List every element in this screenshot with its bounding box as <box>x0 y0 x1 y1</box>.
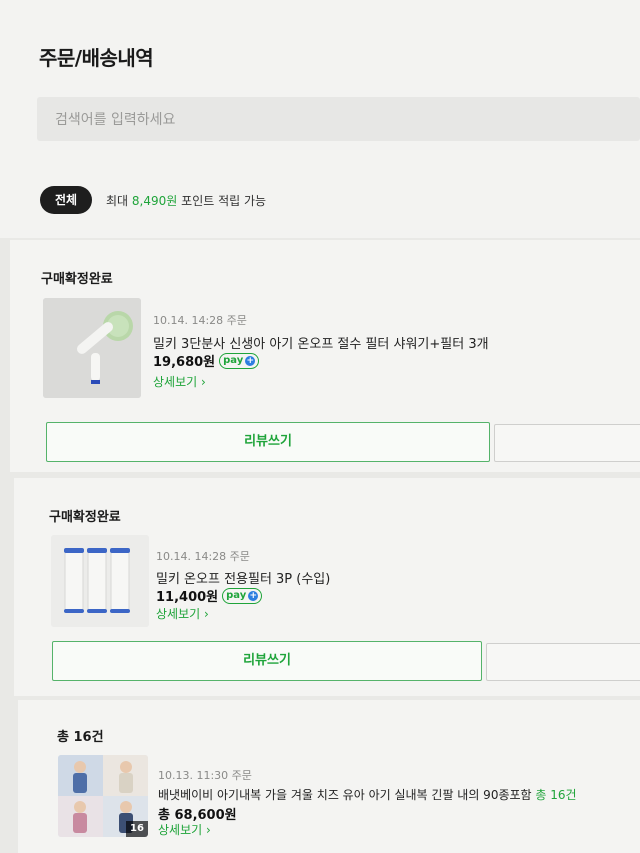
order-status: 구매확정완료 <box>41 272 113 287</box>
shower-head-image <box>43 298 141 398</box>
order-status: 구매확정완료 <box>49 510 121 525</box>
product-name[interactable]: 밀키 3단분사 신생아 아기 온오프 절수 필터 샤워기+필터 3개 <box>153 333 489 352</box>
detail-label: 상세보기 <box>158 823 203 837</box>
bundle-product-name[interactable]: 배냇베이비 아기내복 가을 겨울 치즈 유아 아기 실내복 긴팔 내의 90종포… <box>158 786 577 803</box>
npay-label: pay <box>223 355 244 366</box>
bundle-order-card: 총 16건 16 10.13. 11:30 주문 배냇베이비 아기내복 가을 겨… <box>18 700 640 853</box>
item-count-badge: 16 <box>126 821 148 837</box>
plus-icon: + <box>248 590 259 601</box>
order-card: 구매확정완료 10.14. 14:28 주문 밀키 온오프 전용필터 3P (수… <box>14 478 640 696</box>
product-thumbnail[interactable] <box>43 298 141 398</box>
detail-link[interactable]: 상세보기 › <box>156 605 209 622</box>
review-button[interactable]: 리뷰쓰기 <box>46 422 490 462</box>
chevron-right-icon: › <box>201 375 206 389</box>
point-info: 최대 8,490원 포인트 적립 가능 <box>106 192 266 209</box>
plus-icon: + <box>245 355 256 366</box>
order-date: 10.13. 11:30 주문 <box>158 769 252 782</box>
secondary-button[interactable] <box>486 643 640 681</box>
order-date: 10.14. 14:28 주문 <box>153 314 247 327</box>
point-amount: 8,490원 <box>131 194 178 208</box>
filter-cartridges-image <box>51 535 149 627</box>
npay-badge: pay + <box>219 352 260 369</box>
product-name[interactable]: 밀키 온오프 전용필터 3P (수입) <box>156 568 330 587</box>
chevron-right-icon: › <box>204 607 209 621</box>
order-date: 10.14. 14:28 주문 <box>156 550 250 563</box>
point-prefix: 최대 <box>106 194 129 208</box>
page-title: 주문/배송내역 <box>39 46 154 70</box>
npay-label: pay <box>226 590 247 601</box>
product-price: 19,680원 <box>153 355 216 370</box>
review-button[interactable]: 리뷰쓰기 <box>52 641 482 681</box>
secondary-button[interactable] <box>494 424 640 462</box>
product-thumbnail[interactable] <box>51 535 149 627</box>
npay-badge: pay + <box>222 587 263 604</box>
detail-link[interactable]: 상세보기 › <box>153 373 206 390</box>
detail-label: 상세보기 <box>153 375 198 389</box>
bundle-total-count: 총 16건 <box>57 730 104 745</box>
page-header: 주문/배송내역 전체 최대 8,490원 포인트 적립 가능 <box>0 0 640 238</box>
detail-link[interactable]: 상세보기 › <box>158 821 211 838</box>
product-price: 11,400원 <box>156 590 219 605</box>
chevron-right-icon: › <box>206 823 211 837</box>
order-card: 구매확정완료 10.14. 14:28 주문 밀키 3단분사 신생아 아기 온오… <box>10 240 640 472</box>
price-row: 11,400원 pay + <box>156 586 263 605</box>
filter-chip-all[interactable]: 전체 <box>40 186 92 214</box>
bundle-thumbnail[interactable]: 16 <box>58 755 148 837</box>
search-input[interactable] <box>53 97 617 143</box>
search-box[interactable] <box>37 97 640 143</box>
product-name-text: 배냇베이비 아기내복 가을 겨울 치즈 유아 아기 실내복 긴팔 내의 90종포… <box>158 788 532 802</box>
bundle-item-count: 총 16건 <box>535 788 577 802</box>
detail-label: 상세보기 <box>156 607 201 621</box>
price-row: 19,680원 pay + <box>153 351 260 370</box>
point-suffix: 포인트 적립 가능 <box>181 194 267 208</box>
